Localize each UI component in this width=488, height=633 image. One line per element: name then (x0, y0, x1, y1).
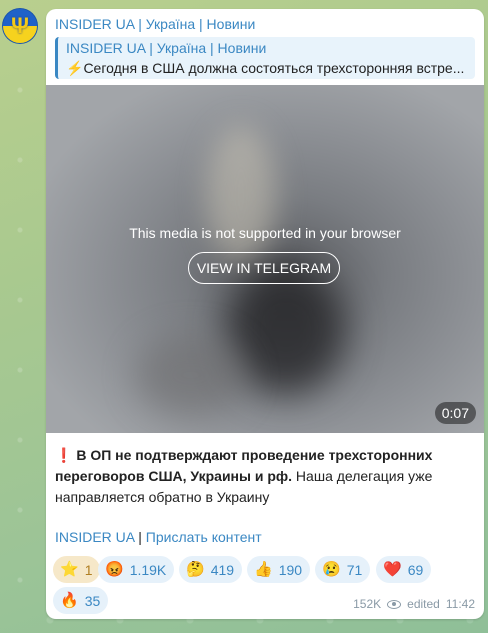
reaction-crying[interactable]: 😢 71 (315, 556, 371, 583)
reply-title: INSIDER UA | Україна | Новини (66, 40, 267, 56)
crying-face-icon: 😢 (322, 561, 341, 578)
fire-icon: 🔥 (60, 592, 79, 609)
edited-label: edited (407, 597, 440, 611)
reply-preview[interactable]: INSIDER UA | Україна | Новини ⚡Сегодня в… (55, 37, 475, 79)
submit-content-link[interactable]: Прислать контент (146, 529, 262, 545)
reaction-thinking[interactable]: 🤔 419 (179, 556, 243, 583)
thinking-face-icon: 🤔 (186, 561, 205, 578)
reaction-count: 69 (407, 561, 424, 578)
message-text: ❗ В ОП не подтверждают проведение трехст… (55, 445, 475, 508)
reaction-count: 190 (278, 561, 303, 578)
message-time: 11:42 (445, 597, 475, 611)
message-bubble: INSIDER UA | Україна | Новини INSIDER UA… (46, 9, 484, 619)
ukraine-trident-icon: Ψ (11, 13, 29, 38)
reaction-count: 1.19K (129, 561, 167, 578)
reply-text: ⚡Сегодня в США должна состояться трехсто… (66, 60, 467, 77)
reaction-count: 71 (346, 561, 363, 578)
link-separator: | (134, 529, 146, 545)
thumbs-up-icon: 👍 (254, 561, 273, 578)
reply-snippet: Сегодня в США должна состояться трехстор… (83, 60, 465, 76)
reaction-fire[interactable]: 🔥 35 (53, 587, 109, 614)
view-count: 152K (353, 597, 382, 611)
reaction-heart[interactable]: ❤️ 69 (376, 556, 432, 583)
reaction-thumbs-up[interactable]: 👍 190 (247, 556, 311, 583)
channel-avatar[interactable]: Ψ (2, 8, 38, 44)
message-links: INSIDER UA | Прислать контент (55, 529, 262, 545)
media-blur (136, 335, 246, 415)
heart-icon: ❤️ (383, 561, 402, 578)
reaction-count: 35 (84, 592, 101, 609)
message-meta: 152K edited 11:42 (353, 597, 475, 611)
reaction-count: 1 (84, 561, 93, 578)
media-blur (206, 125, 276, 265)
view-in-telegram-button[interactable]: VIEW IN TELEGRAM (188, 252, 340, 284)
sender-name[interactable]: INSIDER UA | Україна | Новини (55, 16, 255, 32)
media-unsupported-text: This media is not supported in your brow… (129, 225, 401, 241)
exclamation-icon: ❗ (55, 447, 73, 463)
video-duration: 0:07 (434, 402, 476, 424)
star-icon: ⭐ (60, 561, 79, 578)
reaction-count: 419 (210, 561, 235, 578)
angry-face-icon: 😡 (105, 561, 124, 578)
video-media[interactable]: This media is not supported in your brow… (46, 85, 484, 433)
lightning-icon: ⚡ (66, 60, 84, 76)
channel-link[interactable]: INSIDER UA (55, 529, 134, 545)
eye-icon (387, 599, 402, 609)
reaction-angry[interactable]: 😡 1.19K (98, 556, 175, 583)
reaction-star[interactable]: ⭐ 1 (53, 556, 101, 583)
